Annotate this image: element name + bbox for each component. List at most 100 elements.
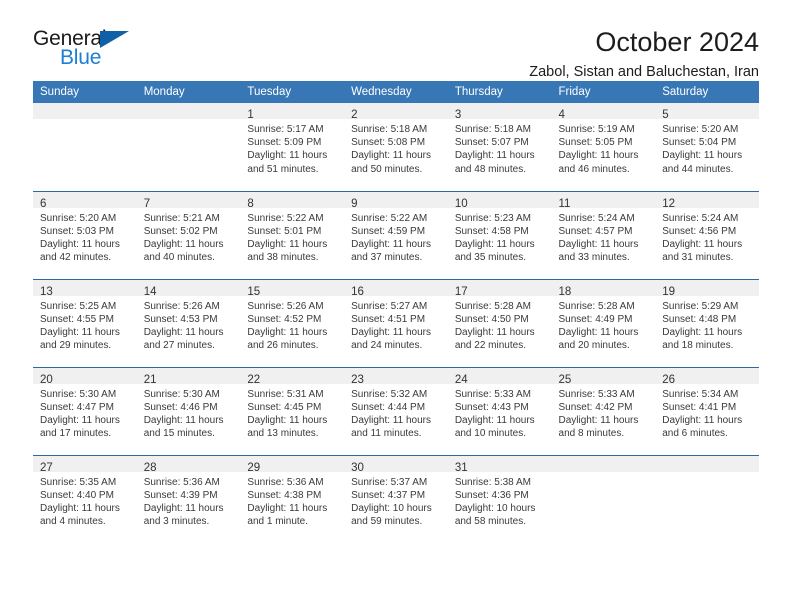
calendar-day-cell[interactable]: 26 Sunrise: 5:34 AM Sunset: 4:41 PM Dayligh… [655, 366, 759, 455]
daylight-text: Daylight: 11 hours and 44 minutes. [662, 150, 743, 175]
daylight-text: Daylight: 11 hours and 26 minutes. [247, 326, 328, 352]
day-cell-inner [551, 455, 656, 544]
calendar-day-cell[interactable]: 27 Sunrise: 5:35 AM Sunset: 4:40 PM Dayligh… [33, 454, 137, 543]
calendar-day-cell[interactable]: 8 Sunrise: 5:22 AM Sunset: 5:01 PM Daylight… [240, 190, 345, 279]
day-number: 18 [558, 285, 572, 298]
day-number-band: 20 [33, 367, 137, 386]
day-details: Sunrise: 5:32 AM Sunset: 4:44 PM Daylight:… [344, 384, 448, 441]
day-cell-inner: 16 Sunrise: 5:27 AM Sunset: 4:51 PM Dayligh… [344, 279, 448, 367]
day-number: 7 [143, 197, 151, 210]
calendar-day-cell[interactable]: 2 Sunrise: 5:18 AM Sunset: 5:08 PM Daylight… [344, 103, 448, 191]
day-cell-inner [655, 455, 759, 544]
day-number: 10 [454, 197, 468, 210]
daylight-text: Daylight: 11 hours and 6 minutes. [662, 414, 743, 440]
calendar-day-cell[interactable]: 25 Sunrise: 5:33 AM Sunset: 4:42 PM Dayligh… [551, 366, 656, 455]
calendar-day-cell[interactable]: 30 Sunrise: 5:37 AM Sunset: 4:37 PM Dayligh… [344, 454, 448, 543]
day-details: Sunrise: 5:26 AM Sunset: 4:52 PM Daylight:… [240, 296, 344, 353]
calendar-day-cell[interactable]: 21 Sunrise: 5:30 AM Sunset: 4:46 PM Dayligh… [136, 366, 241, 455]
generalblue-logo[interactable]: General Blue [33, 28, 141, 74]
sunset-text: Sunset: 4:52 PM [247, 313, 322, 325]
calendar-day-cell[interactable]: 31 Sunrise: 5:38 AM Sunset: 4:36 PM Dayligh… [447, 454, 552, 543]
day-number: 5 [662, 109, 669, 121]
calendar-week-row: 20 Sunrise: 5:30 AM Sunset: 4:47 PM Dayligh… [33, 366, 759, 455]
sunset-text: Sunset: 4:37 PM [351, 489, 426, 501]
calendar-day-cell[interactable]: 7 Sunrise: 5:21 AM Sunset: 5:02 PM Daylight… [136, 190, 241, 279]
calendar-day-cell[interactable]: 17 Sunrise: 5:28 AM Sunset: 4:50 PM Dayligh… [447, 278, 552, 367]
day-number-band: 30 [344, 455, 448, 474]
calendar-day-cell[interactable]: 16 Sunrise: 5:27 AM Sunset: 4:51 PM Dayligh… [344, 278, 448, 367]
calendar-day-cell[interactable]: 28 Sunrise: 5:36 AM Sunset: 4:39 PM Dayligh… [136, 454, 241, 543]
calendar-day-cell[interactable]: 13 Sunrise: 5:25 AM Sunset: 4:55 PM Dayligh… [33, 278, 137, 367]
sunrise-text: Sunrise: 5:30 AM [40, 388, 117, 400]
calendar-day-cell[interactable]: 4 Sunrise: 5:19 AM Sunset: 5:05 PM Daylight… [551, 103, 656, 191]
day-details: Sunrise: 5:21 AM Sunset: 5:02 PM Daylight:… [137, 208, 241, 265]
daylight-text: Daylight: 11 hours and 42 minutes. [40, 238, 120, 264]
sunrise-text: Sunrise: 5:24 AM [662, 212, 739, 224]
calendar-day-cell[interactable]: 1 Sunrise: 5:17 AM Sunset: 5:09 PM Daylight… [240, 103, 345, 191]
calendar-day-cell[interactable]: 14 Sunrise: 5:26 AM Sunset: 4:53 PM Dayligh… [136, 278, 241, 367]
day-cell-inner: 5 Sunrise: 5:20 AM Sunset: 5:04 PM Daylight… [655, 103, 759, 191]
daylight-text: Daylight: 11 hours and 4 minutes. [40, 502, 120, 528]
sunrise-text: Sunrise: 5:33 AM [558, 388, 635, 400]
calendar-day-cell[interactable]: 24 Sunrise: 5:33 AM Sunset: 4:43 PM Dayligh… [447, 366, 552, 455]
day-cell-inner: 14 Sunrise: 5:26 AM Sunset: 4:53 PM Dayligh… [136, 279, 241, 367]
calendar-page: General Blue October 2024 Zabol, Sistan … [0, 0, 792, 612]
daylight-text: Daylight: 11 hours and 22 minutes. [454, 326, 535, 352]
calendar-day-cell[interactable]: 5 Sunrise: 5:20 AM Sunset: 5:04 PM Daylight… [655, 103, 759, 191]
sunset-text: Sunset: 4:44 PM [351, 401, 426, 413]
day-cell-inner: 21 Sunrise: 5:30 AM Sunset: 4:46 PM Dayligh… [136, 367, 241, 455]
calendar-day-cell[interactable]: 18 Sunrise: 5:28 AM Sunset: 4:49 PM Dayligh… [551, 278, 656, 367]
sunset-text: Sunset: 4:42 PM [558, 401, 633, 413]
day-number-band: 8 [240, 191, 345, 210]
day-number-band: 15 [240, 279, 345, 298]
calendar-day-cell[interactable]: 19 Sunrise: 5:29 AM Sunset: 4:48 PM Dayligh… [655, 278, 759, 367]
calendar-day-cell[interactable]: 23 Sunrise: 5:32 AM Sunset: 4:44 PM Dayligh… [344, 366, 448, 455]
day-number-band: 13 [33, 279, 137, 298]
day-number-band: 3 [447, 103, 552, 121]
sunrise-text: Sunrise: 5:21 AM [143, 212, 220, 224]
calendar-day-cell[interactable]: 12 Sunrise: 5:24 AM Sunset: 4:56 PM Dayligh… [655, 190, 759, 279]
day-details: Sunrise: 5:29 AM Sunset: 4:48 PM Daylight:… [655, 296, 759, 353]
sunrise-text: Sunrise: 5:23 AM [454, 212, 531, 224]
calendar-day-cell-empty [136, 103, 241, 191]
calendar-header-row: Sunday Monday Tuesday Wednesday Thursday Frid… [33, 81, 759, 103]
sunset-text: Sunset: 4:45 PM [247, 401, 322, 413]
calendar-day-cell[interactable]: 29 Sunrise: 5:36 AM Sunset: 4:38 PM Dayligh… [240, 454, 345, 543]
day-details: Sunrise: 5:30 AM Sunset: 4:46 PM Daylight:… [137, 384, 241, 441]
sunset-text: Sunset: 4:38 PM [247, 489, 322, 501]
calendar-day-cell-empty [33, 103, 137, 191]
daylight-text: Daylight: 11 hours and 15 minutes. [143, 414, 224, 440]
calendar-day-cell[interactable]: 15 Sunrise: 5:26 AM Sunset: 4:52 PM Dayligh… [240, 278, 345, 367]
sunrise-text: Sunrise: 5:18 AM [454, 124, 531, 135]
day-cell-inner: 17 Sunrise: 5:28 AM Sunset: 4:50 PM Dayligh… [447, 279, 552, 367]
calendar-day-cell[interactable]: 20 Sunrise: 5:30 AM Sunset: 4:47 PM Dayligh… [33, 366, 137, 455]
sunrise-text: Sunrise: 5:33 AM [454, 388, 531, 400]
calendar-day-cell-empty [551, 454, 656, 544]
day-number: 16 [351, 285, 364, 298]
calendar-day-cell[interactable]: 11 Sunrise: 5:24 AM Sunset: 4:57 PM Dayligh… [551, 190, 656, 279]
sunset-text: Sunset: 5:02 PM [143, 225, 218, 237]
calendar-day-cell[interactable]: 9 Sunrise: 5:22 AM Sunset: 4:59 PM Daylight… [344, 190, 448, 279]
sunset-text: Sunset: 4:50 PM [454, 313, 529, 325]
daylight-text: Daylight: 11 hours and 38 minutes. [247, 238, 328, 264]
calendar-day-cell[interactable]: 6 Sunrise: 5:20 AM Sunset: 5:03 PM Daylight… [33, 190, 137, 279]
daylight-text: Daylight: 11 hours and 29 minutes. [40, 326, 120, 352]
calendar-week-row: 6 Sunrise: 5:20 AM Sunset: 5:03 PM Daylight… [33, 190, 759, 279]
calendar-day-cell[interactable]: 10 Sunrise: 5:23 AM Sunset: 4:58 PM Dayligh… [447, 190, 552, 279]
day-details: Sunrise: 5:17 AM Sunset: 5:09 PM Daylight:… [240, 119, 344, 176]
sunrise-text: Sunrise: 5:24 AM [558, 212, 635, 224]
daylight-text: Daylight: 11 hours and 31 minutes. [662, 238, 743, 264]
day-details: Sunrise: 5:18 AM Sunset: 5:08 PM Daylight:… [344, 119, 448, 176]
day-details: Sunrise: 5:36 AM Sunset: 4:39 PM Daylight:… [137, 472, 241, 529]
sunset-text: Sunset: 4:47 PM [40, 401, 114, 413]
day-number: 3 [454, 109, 462, 121]
sunset-text: Sunset: 4:57 PM [558, 225, 633, 237]
page-header: General Blue October 2024 Zabol, Sistan … [33, 0, 759, 81]
daylight-text: Daylight: 11 hours and 3 minutes. [143, 502, 224, 528]
calendar-day-cell[interactable]: 22 Sunrise: 5:31 AM Sunset: 4:45 PM Dayligh… [240, 366, 345, 455]
day-cell-inner: 1 Sunrise: 5:17 AM Sunset: 5:09 PM Daylight… [240, 103, 345, 191]
daylight-text: Daylight: 11 hours and 35 minutes. [454, 238, 535, 264]
calendar-day-cell[interactable]: 3 Sunrise: 5:18 AM Sunset: 5:07 PM Daylight… [447, 103, 552, 191]
daylight-text: Daylight: 11 hours and 46 minutes. [558, 150, 639, 175]
month-calendar: Sunday Monday Tuesday Wednesday Thursday Frid… [33, 81, 759, 543]
